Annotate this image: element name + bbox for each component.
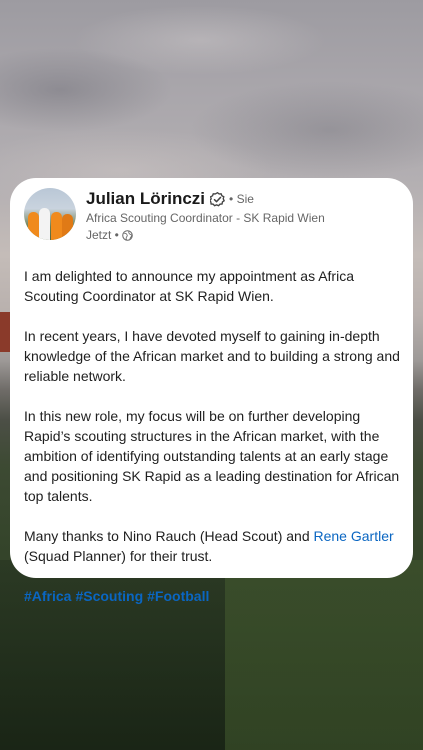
post-meta: Jetzt •: [86, 228, 325, 242]
post-paragraph-thanks: Many thanks to Nino Rauch (Head Scout) a…: [24, 526, 402, 566]
connection-degree: • Sie: [229, 192, 254, 206]
author-name[interactable]: Julian Lörinczi: [86, 189, 205, 209]
thanks-text-before: Many thanks to Nino Rauch (Head Scout) a…: [24, 528, 314, 544]
post-card: Julian Lörinczi • Sie Africa Scouting Co…: [10, 178, 413, 604]
post-paragraph: In this new role, my focus will be on fu…: [24, 408, 400, 504]
hashtag-link[interactable]: #Scouting: [75, 588, 143, 604]
hashtag-list: #Africa #Scouting #Football: [24, 586, 413, 606]
post-time: Jetzt: [86, 228, 112, 242]
meta-separator: •: [111, 228, 119, 242]
hashtag-link[interactable]: #Africa: [24, 588, 71, 604]
post-header: Julian Lörinczi • Sie Africa Scouting Co…: [24, 188, 413, 258]
author-info: Julian Lörinczi • Sie Africa Scouting Co…: [86, 188, 325, 242]
post-paragraph: In recent years, I have devoted myself t…: [24, 328, 400, 384]
post-body: I am delighted to announce my appointmen…: [24, 266, 402, 566]
hashtag-link[interactable]: #Football: [147, 588, 209, 604]
thanks-text-after: (Squad Planner) for their trust.: [24, 548, 213, 564]
post-paragraph: I am delighted to announce my appointmen…: [24, 268, 354, 304]
connection-degree-label: Sie: [236, 192, 254, 206]
verified-icon: [210, 191, 226, 206]
mention-link[interactable]: Rene Gartler: [314, 528, 394, 544]
avatar[interactable]: [24, 188, 76, 240]
author-headline: Africa Scouting Coordinator - SK Rapid W…: [86, 211, 325, 225]
name-row: Julian Lörinczi • Sie: [86, 188, 325, 210]
globe-icon: [122, 229, 133, 241]
